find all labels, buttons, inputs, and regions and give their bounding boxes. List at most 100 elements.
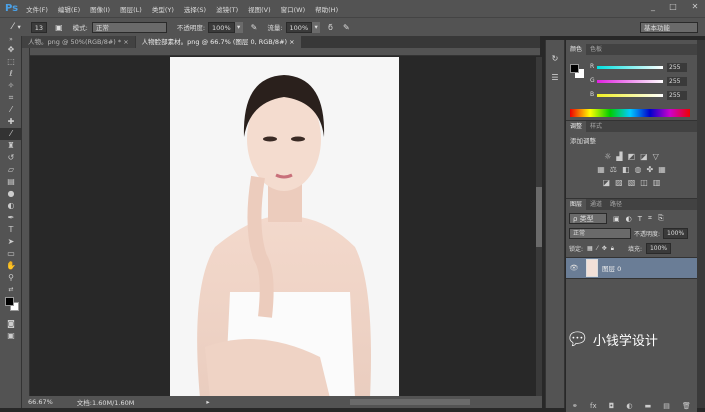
trash-icon[interactable]: 🗑︎ [682,402,691,410]
mode-select[interactable]: 正常 [91,21,167,33]
channel-mixer-icon[interactable]: ✤ [647,165,654,174]
link-icon[interactable]: ⚭ [572,402,578,410]
visibility-eye-icon[interactable]: 👁︎ [566,264,582,272]
layer-filter-select[interactable]: ρ 类型 [569,213,607,224]
curves-icon[interactable]: ◩ [628,152,636,161]
shape-tool-icon[interactable]: ▭ [0,248,22,260]
tab-swatches[interactable]: 色板 [586,44,606,55]
pressure-size-icon[interactable]: ✎ [343,23,350,32]
layer-name[interactable]: 图层 0 [602,263,621,273]
menu-view[interactable]: 视图(V) [248,4,271,14]
tab-layers[interactable]: 图层 [566,199,587,210]
posterize-icon[interactable]: ▨ [615,178,623,187]
filter-pixel-icon[interactable]: ▣ [613,215,620,223]
lock-pixels-icon[interactable]: ⁄ [597,245,598,252]
history-panel-icon[interactable]: ↻ [546,54,564,63]
swap-colors-icon[interactable]: ⇄ [0,284,22,296]
layer-opacity-input[interactable]: 100% [663,228,689,239]
channel-slider-b[interactable] [597,94,663,97]
lock-all-icon[interactable]: 🔒︎ [611,245,614,253]
channel-slider-g[interactable] [597,80,663,83]
black-white-icon[interactable]: ◧ [622,165,630,174]
brush-tool-icon[interactable]: ⁄ [12,22,14,32]
tab-color[interactable]: 颜色 [566,44,587,55]
foreground-color[interactable] [570,64,579,73]
photo-filter-icon[interactable]: ◍ [635,165,642,174]
minimize-button[interactable]: _ [644,2,662,13]
screen-mode-icon[interactable]: ▣ [0,330,22,342]
lock-transparent-icon[interactable]: ▦ [587,245,593,252]
zoom-level[interactable]: 66.67% [28,398,53,406]
brush-panel-icon[interactable]: ▣ [55,23,63,32]
panel-scrollbar[interactable] [697,40,705,408]
move-tool-icon[interactable]: ✥ [0,44,22,56]
channel-slider-r[interactable] [597,66,663,69]
menu-type[interactable]: 类型(Y) [152,4,174,14]
brush-tool-icon[interactable]: ⁄ [0,128,22,140]
menu-edit[interactable]: 编辑(E) [58,4,80,14]
eyedropper-tool-icon[interactable]: ⁄ [0,104,22,116]
group-folder-icon[interactable]: ▬ [645,402,652,410]
channel-value-r[interactable]: 255 [667,63,687,72]
collapse-icon[interactable]: » [0,36,22,44]
hue-saturation-icon[interactable]: ▦ [597,165,605,174]
color-balance-icon[interactable]: ⚖ [610,165,617,174]
airbrush-icon[interactable]: ϭ [328,23,333,32]
pressure-opacity-icon[interactable]: ✎ [251,23,258,32]
flow-input[interactable]: 100% [285,21,313,33]
vibrance-icon[interactable]: ▽ [653,152,659,161]
threshold-icon[interactable]: ▧ [628,178,636,187]
document-image[interactable] [170,57,399,398]
filter-adjust-icon[interactable]: ◐ [626,215,632,223]
fx-icon[interactable]: fx [590,402,597,410]
menu-layer[interactable]: 图层(L) [120,4,142,14]
brightness-icon[interactable]: ☼ [604,152,611,161]
filter-type-icon[interactable]: T [638,215,642,223]
filter-smart-icon[interactable]: ⎘ [658,214,664,223]
flow-dropdown[interactable]: ▾ [312,21,321,33]
tab-styles[interactable]: 样式 [586,121,606,132]
filter-shape-icon[interactable]: ⌗ [648,214,652,223]
channel-value-b[interactable]: 255 [667,91,687,100]
color-spectrum[interactable] [570,109,690,117]
chevron-down-icon[interactable]: ▾ [18,23,21,31]
blend-mode-select[interactable]: 正常 [569,228,631,239]
pen-tool-icon[interactable]: ✒ [0,212,22,224]
color-lookup-icon[interactable]: ▦ [658,165,666,174]
menu-select[interactable]: 选择(S) [184,4,206,14]
tab-paths[interactable]: 路径 [606,199,626,210]
brush-size-picker[interactable]: 13 [30,21,48,33]
mask-icon[interactable]: ◘ [609,402,615,410]
opacity-input[interactable]: 100% [208,21,235,33]
adjustment-layer-icon[interactable]: ◐ [626,402,632,410]
quick-select-tool-icon[interactable]: ✧ [0,80,22,92]
layer-row[interactable]: 👁︎ 图层 0 [566,257,697,279]
levels-icon[interactable]: ▟ [616,152,622,161]
lasso-tool-icon[interactable]: ℓ [0,68,22,80]
stamp-tool-icon[interactable]: ♜ [0,140,22,152]
marquee-tool-icon[interactable]: ⬚ [0,56,22,68]
dodge-tool-icon[interactable]: ◐ [0,200,22,212]
properties-panel-icon[interactable]: ☰ [546,73,564,82]
history-brush-icon[interactable]: ↺ [0,152,22,164]
close-button[interactable]: ✕ [686,2,704,13]
type-tool-icon[interactable]: T [0,224,22,236]
tab-adjustments[interactable]: 调整 [566,121,587,132]
invert-icon[interactable]: ◪ [603,178,611,187]
tab-channels[interactable]: 通道 [586,199,606,210]
crop-tool-icon[interactable]: ⌗ [0,92,22,104]
eraser-tool-icon[interactable]: ▱ [0,164,22,176]
gradient-map-icon[interactable]: ▥ [653,178,661,187]
tab-document-2[interactable]: 人物脸部素材。png @ 66.7% (图层 0, RGB/8#) × [135,36,301,48]
lock-position-icon[interactable]: ✥ [602,245,607,252]
workspace-select[interactable]: 基本功能 [640,21,698,33]
path-select-icon[interactable]: ➤ [0,236,22,248]
blur-tool-icon[interactable]: ● [0,188,22,200]
healing-tool-icon[interactable]: ✚ [0,116,22,128]
scroll-thumb[interactable] [536,187,542,247]
horizontal-scrollbar[interactable] [349,399,470,405]
quick-mask-icon[interactable]: ◙ [0,318,22,330]
selective-color-icon[interactable]: ◫ [640,178,648,187]
play-icon[interactable]: ▸ [206,398,209,406]
opacity-dropdown[interactable]: ▾ [234,21,243,33]
